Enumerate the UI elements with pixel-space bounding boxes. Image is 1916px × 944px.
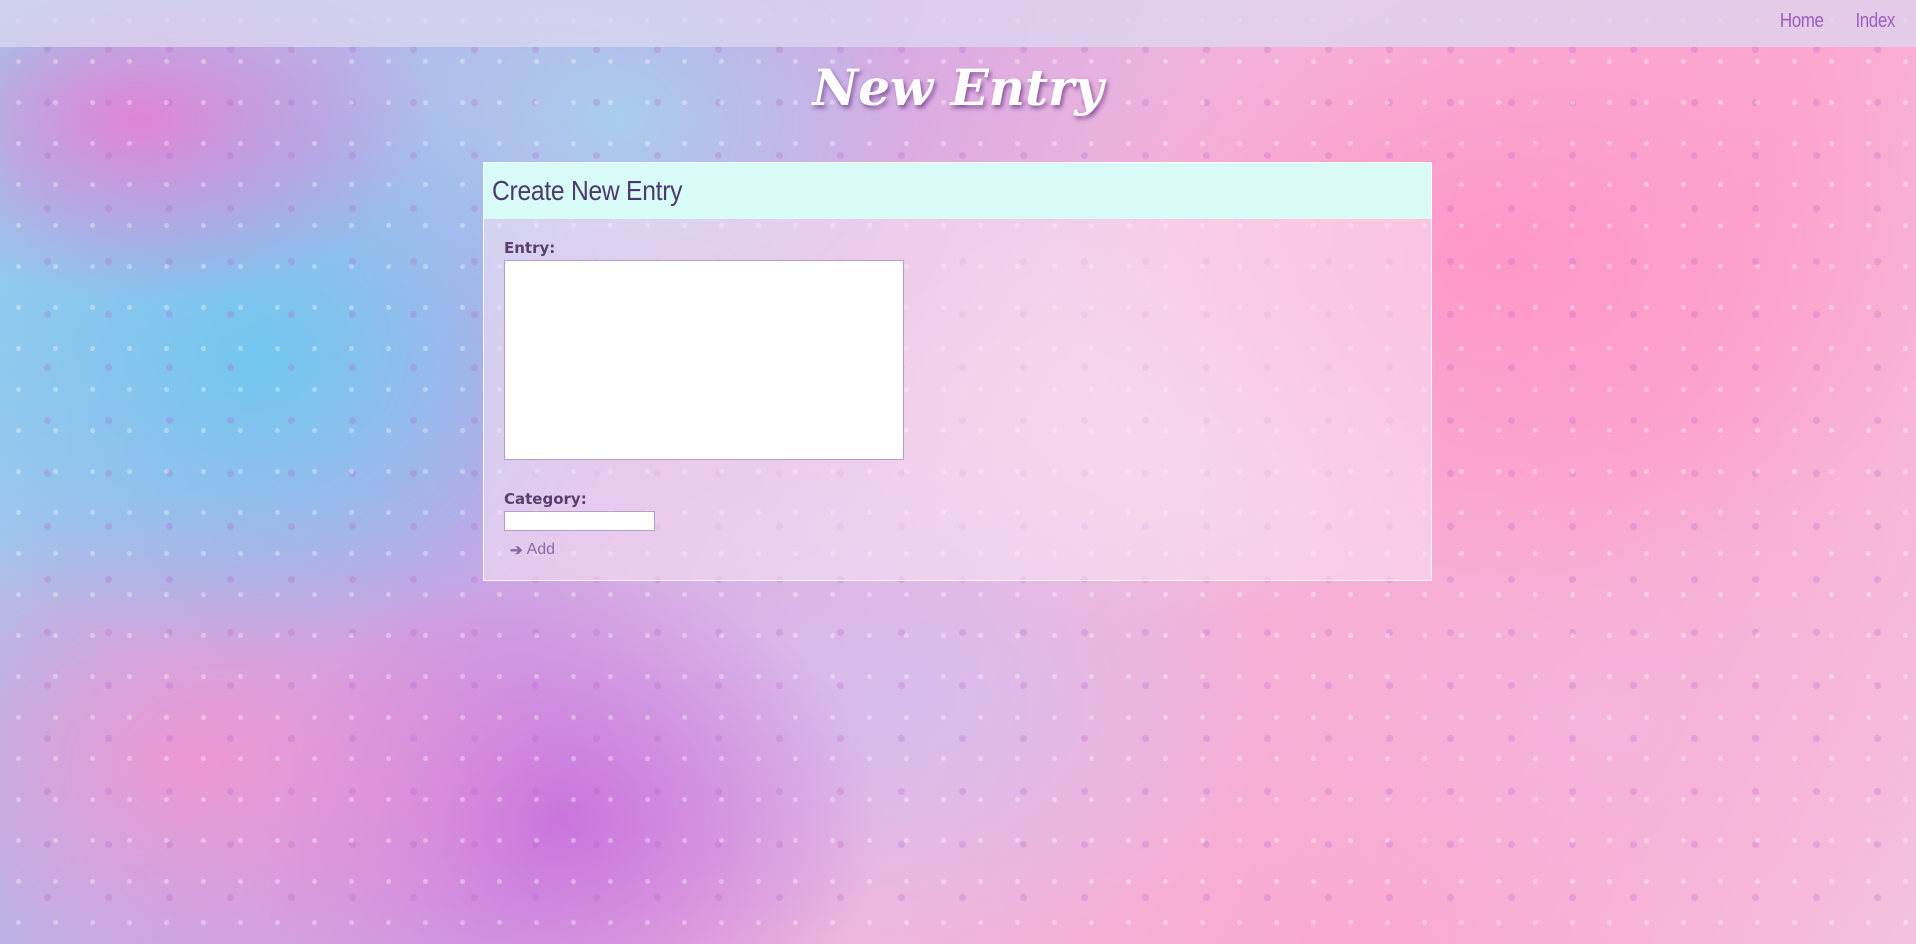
nav-link-index[interactable]: Index xyxy=(1855,10,1895,33)
create-entry-card: Create New Entry Entry: Category: ➔ Add xyxy=(483,162,1432,581)
nav-link-home[interactable]: Home xyxy=(1780,10,1824,33)
add-button-label: Add xyxy=(526,541,556,558)
page-title: New Entry xyxy=(812,58,1104,117)
add-button[interactable]: ➔ Add xyxy=(508,539,557,561)
top-navbar: Home Index xyxy=(0,0,1916,47)
card-title: Create New Entry xyxy=(492,175,683,206)
card-header: Create New Entry xyxy=(484,163,1431,219)
arrow-right-icon: ➔ xyxy=(510,542,523,559)
entry-textarea[interactable] xyxy=(504,260,904,460)
create-entry-form: Entry: Category: ➔ Add xyxy=(484,219,1431,561)
nav-links: Home Index xyxy=(1776,10,1898,33)
category-label: Category: xyxy=(504,490,587,508)
category-input[interactable] xyxy=(504,511,655,531)
entry-label: Entry: xyxy=(504,239,556,257)
